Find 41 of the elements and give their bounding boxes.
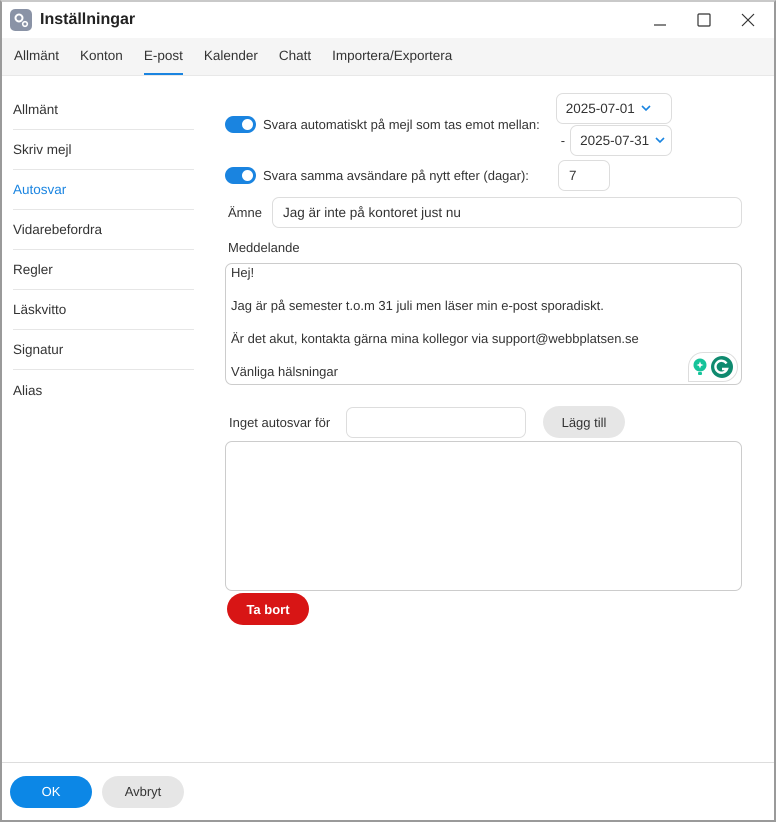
sidebar-item[interactable]: Läskvitto	[13, 290, 194, 330]
sidebar-item[interactable]: Allmänt	[13, 90, 194, 130]
settings-icon	[10, 9, 32, 31]
tab[interactable]: Chatt	[278, 38, 312, 75]
period-label: Svara automatiskt på mejl som tas emot mellan:	[263, 117, 540, 132]
chevron-down-icon	[655, 137, 666, 144]
maximize-icon[interactable]	[697, 13, 711, 27]
remove-button[interactable]: Ta bort	[227, 593, 309, 625]
toggle-switch[interactable]	[225, 167, 256, 184]
repeat-label: Svara samma avsändare på nytt efter (dagar):	[263, 168, 530, 183]
sidebar-item[interactable]: Vidarebefordra	[13, 210, 194, 250]
lightbulb-icon	[693, 358, 707, 376]
close-icon[interactable]	[741, 13, 755, 27]
exclude-field[interactable]	[346, 406, 526, 438]
message-label: Meddelande	[228, 240, 300, 255]
grammarly-widget[interactable]	[688, 352, 738, 382]
date-dropdown[interactable]: 2025-07-31	[570, 125, 672, 156]
tab[interactable]: Konton	[80, 38, 123, 75]
sidebar-item[interactable]: Regler	[13, 250, 194, 290]
tab[interactable]: Kalender	[204, 38, 258, 75]
toggle-switch[interactable]	[225, 116, 256, 133]
subject-field[interactable]: Jag är inte på kontoret just nu	[272, 197, 742, 228]
sidebar-item[interactable]: Alias	[13, 370, 194, 410]
tab[interactable]: Allmänt	[14, 38, 60, 75]
ok-button[interactable]: OK	[10, 776, 92, 808]
separator-text: -	[560, 133, 566, 148]
sidebar-item[interactable]: Signatur	[13, 330, 194, 370]
subject-label: Ämne	[227, 205, 263, 220]
tab[interactable]: Importera/Exportera	[332, 38, 452, 75]
tab[interactable]: E-post	[144, 38, 183, 75]
sidebar-item[interactable]: Skriv mejl	[13, 130, 194, 170]
window-title: Inställningar	[40, 11, 136, 29]
sidebar-item[interactable]: Autosvar	[13, 170, 194, 210]
add-button[interactable]: Lägg till	[543, 406, 625, 438]
grammarly-icon	[711, 356, 733, 378]
date-dropdown[interactable]: 2025-07-01	[556, 93, 672, 124]
cancel-button[interactable]: Avbryt	[102, 776, 184, 808]
message-field[interactable]: Hej! Jag är på semester t.o.m 31 juli men läser min e-post sporadiskt. Är det akut, kontakta gärna mina kollegor via support@webbplatsen.se Vänliga hälsningar	[225, 263, 742, 385]
exclude-label: Inget autosvar för	[228, 414, 332, 430]
chevron-down-icon	[640, 105, 651, 112]
days-field[interactable]: 7	[558, 160, 610, 191]
